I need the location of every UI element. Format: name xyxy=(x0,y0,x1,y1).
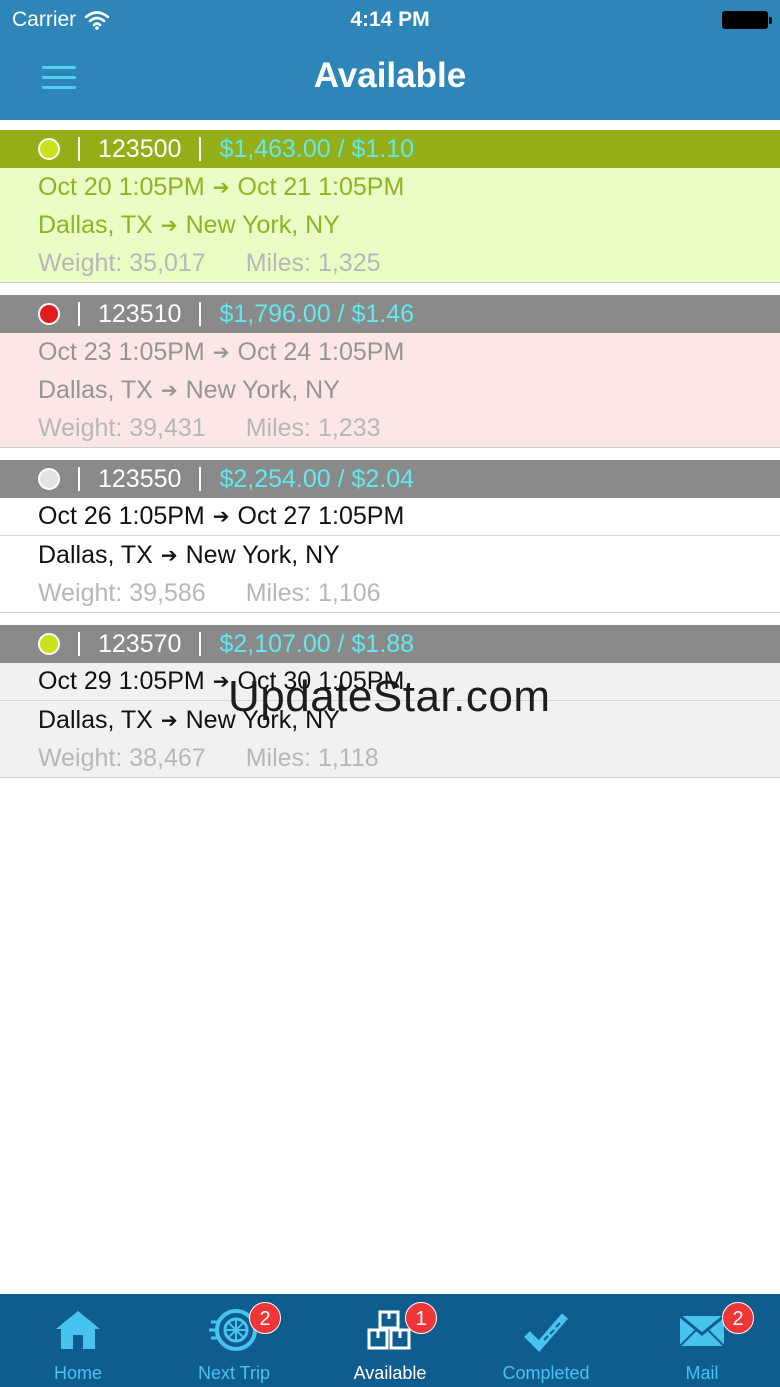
tab-home[interactable]: Home xyxy=(0,1294,156,1387)
status-time: 4:14 PM xyxy=(350,8,430,31)
pickup-date: Oct 23 1:05PM xyxy=(38,337,205,366)
pickup-date: Oct 20 1:05PM xyxy=(38,172,205,201)
load-price: $2,107.00 / $1.88 xyxy=(219,629,415,658)
arrow-right-icon: ➔ xyxy=(160,379,178,402)
arrow-right-icon: ➔ xyxy=(160,544,178,567)
load-miles: Miles: 1,325 xyxy=(245,248,381,277)
load-weight: Weight: 35,017 xyxy=(38,248,206,277)
tab-mail[interactable]: 2 Mail xyxy=(624,1294,780,1387)
tab-label: Next Trip xyxy=(197,1363,271,1383)
load-card[interactable]: 123550 $2,254.00 / $2.04 Oct 26 1:05PM ➔… xyxy=(0,460,780,613)
arrow-right-icon: ➔ xyxy=(212,341,230,364)
load-route: Dallas, TX ➔ New York, NY xyxy=(0,536,780,574)
tab-available[interactable]: 1 Available xyxy=(312,1294,468,1387)
load-id: 123570 xyxy=(98,629,182,658)
delivery-date: Oct 24 1:05PM xyxy=(237,337,405,366)
arrow-right-icon: ➔ xyxy=(212,506,230,528)
load-list: 123500 $1,463.00 / $1.10 Oct 20 1:05PM ➔… xyxy=(0,130,780,790)
destination: New York, NY xyxy=(185,375,340,404)
divider xyxy=(199,632,202,656)
home-icon xyxy=(56,1311,100,1349)
load-weight: Weight: 39,431 xyxy=(38,413,206,442)
arrow-right-icon: ➔ xyxy=(212,176,230,199)
tab-label: Home xyxy=(53,1363,102,1383)
load-stats: Weight: 39,586 Miles: 1,106 xyxy=(0,574,780,612)
arrow-right-icon: ➔ xyxy=(160,214,178,237)
load-card-header: 123550 $2,254.00 / $2.04 xyxy=(0,460,780,498)
origin: Dallas, TX xyxy=(38,540,153,569)
load-price: $1,463.00 / $1.10 xyxy=(219,134,415,163)
load-stats: Weight: 35,017 Miles: 1,325 xyxy=(0,244,780,282)
delivery-date: Oct 21 1:05PM xyxy=(237,172,405,201)
load-route: Dallas, TX ➔ New York, NY xyxy=(0,206,780,244)
status-dot xyxy=(38,633,60,655)
divider xyxy=(199,467,202,491)
tab-label: Completed xyxy=(502,1363,590,1383)
load-miles: Miles: 1,106 xyxy=(245,578,381,607)
divider xyxy=(78,137,80,161)
tab-label: Available xyxy=(353,1363,427,1383)
tab-badge: 2 xyxy=(722,1302,754,1334)
status-bar: Carrier 4:14 PM xyxy=(0,0,780,40)
load-id: 123510 xyxy=(98,299,182,328)
arrow-right-icon: ➔ xyxy=(212,671,230,693)
tab-bar: Home 2 Next Trip 1 Available Completed 2… xyxy=(0,1294,780,1387)
pickup-date: Oct 29 1:05PM xyxy=(38,667,205,695)
mail-icon xyxy=(679,1314,725,1347)
load-card-header: 123570 $2,107.00 / $1.88 xyxy=(0,625,780,663)
status-dot xyxy=(38,138,60,160)
load-card[interactable]: 123500 $1,463.00 / $1.10 Oct 20 1:05PM ➔… xyxy=(0,130,780,283)
divider xyxy=(78,302,80,326)
tab-completed[interactable]: Completed xyxy=(468,1294,624,1387)
tab-next-trip[interactable]: 2 Next Trip xyxy=(156,1294,312,1387)
load-id: 123550 xyxy=(98,464,182,493)
load-price: $1,796.00 / $1.46 xyxy=(219,299,415,328)
origin: Dallas, TX xyxy=(38,210,153,239)
load-card[interactable]: 123510 $1,796.00 / $1.46 Oct 23 1:05PM ➔… xyxy=(0,295,780,448)
load-miles: Miles: 1,233 xyxy=(245,413,381,442)
load-miles: Miles: 1,118 xyxy=(245,743,379,772)
load-weight: Weight: 39,586 xyxy=(38,578,206,607)
load-weight: Weight: 38,467 xyxy=(38,743,206,772)
destination: New York, NY xyxy=(185,540,340,569)
load-route: Dallas, TX ➔ New York, NY xyxy=(0,371,780,409)
load-id: 123500 xyxy=(98,134,182,163)
divider xyxy=(199,302,202,326)
load-price: $2,254.00 / $2.04 xyxy=(219,464,415,493)
load-dates: Oct 29 1:05PM ➔ Oct 30 1:05PM xyxy=(0,663,780,701)
tab-label: Mail xyxy=(685,1363,719,1383)
origin: Dallas, TX xyxy=(38,705,153,734)
load-dates: Oct 23 1:05PM ➔ Oct 24 1:05PM xyxy=(0,333,780,371)
divider xyxy=(78,467,80,491)
divider xyxy=(78,632,80,656)
load-card[interactable]: 123570 $2,107.00 / $1.88 Oct 29 1:05PM ➔… xyxy=(0,625,780,778)
check-ruler-icon xyxy=(524,1313,569,1352)
load-dates: Oct 26 1:05PM ➔ Oct 27 1:05PM xyxy=(0,498,780,536)
tab-badge: 2 xyxy=(249,1302,281,1334)
battery-icon xyxy=(722,11,772,29)
top-bar: Carrier 4:14 PM Available xyxy=(0,0,780,120)
load-card-header: 123500 $1,463.00 / $1.10 xyxy=(0,130,780,168)
pickup-date: Oct 26 1:05PM xyxy=(38,502,205,530)
destination: New York, NY xyxy=(185,705,340,734)
origin: Dallas, TX xyxy=(38,375,153,404)
page-title: Available xyxy=(313,56,467,95)
delivery-date: Oct 27 1:05PM xyxy=(237,502,405,530)
status-dot xyxy=(38,303,60,325)
tab-badge: 1 xyxy=(405,1302,437,1334)
load-dates: Oct 20 1:05PM ➔ Oct 21 1:05PM xyxy=(0,168,780,206)
load-stats: Weight: 39,431 Miles: 1,233 xyxy=(0,409,780,447)
load-stats: Weight: 38,467 Miles: 1,118 xyxy=(0,739,780,777)
destination: New York, NY xyxy=(185,210,340,239)
load-card-header: 123510 $1,796.00 / $1.46 xyxy=(0,295,780,333)
divider xyxy=(199,137,202,161)
status-dot xyxy=(38,468,60,490)
delivery-date: Oct 30 1:05PM xyxy=(237,667,405,695)
load-route: Dallas, TX ➔ New York, NY xyxy=(0,701,780,739)
arrow-right-icon: ➔ xyxy=(160,709,178,732)
